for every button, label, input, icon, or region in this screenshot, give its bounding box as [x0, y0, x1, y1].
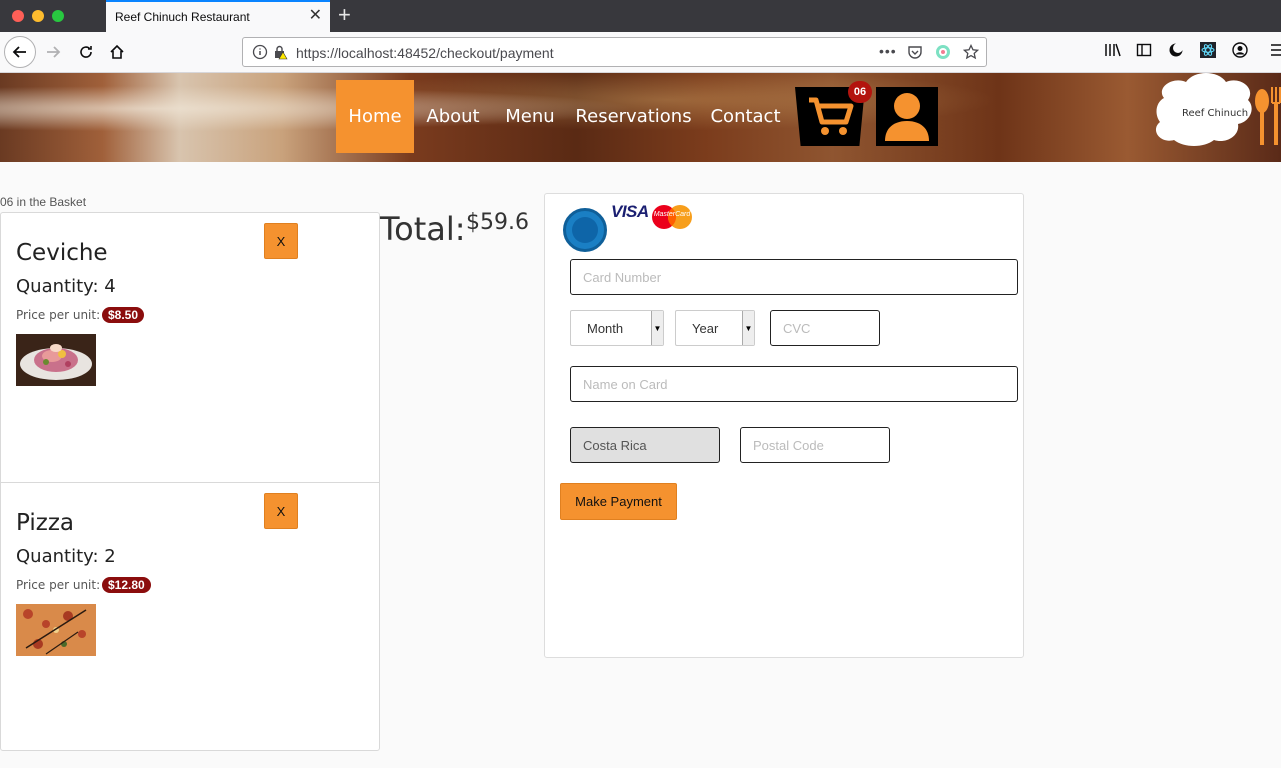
insecure-lock-icon[interactable] — [272, 44, 288, 60]
nav-contact[interactable]: Contact — [708, 80, 783, 153]
card-payment-radio[interactable] — [563, 208, 607, 252]
postal-code-input[interactable]: Postal Code — [740, 427, 890, 463]
forward-arrow-icon — [47, 46, 61, 58]
visa-logo: VISA — [611, 202, 649, 221]
basket-item: X Ceviche Quantity: 4 Price per unit: $8… — [1, 213, 379, 482]
window-maximize-button[interactable] — [52, 10, 64, 22]
basket-count-label: 06 in the Basket — [0, 195, 87, 209]
month-select[interactable]: Month ▼ — [570, 310, 664, 346]
item-name: Pizza — [16, 510, 74, 536]
url-bar[interactable]: https://localhost:48452/checkout/payment… — [242, 37, 987, 67]
item-quantity: Quantity: 4 — [16, 276, 116, 297]
pocket-icon[interactable] — [907, 44, 923, 60]
forward-button[interactable] — [37, 36, 69, 68]
make-payment-button[interactable]: Make Payment — [560, 483, 677, 520]
dark-mode-icon[interactable] — [1168, 42, 1184, 58]
remove-item-button[interactable]: X — [264, 223, 298, 259]
item-quantity: Quantity: 2 — [16, 546, 116, 567]
country-field[interactable]: Costa Rica — [570, 427, 720, 463]
item-name: Ceviche — [16, 240, 108, 266]
nav-home[interactable]: Home — [336, 80, 414, 153]
home-icon — [110, 44, 124, 59]
item-price-label: Price per unit: — [16, 578, 101, 592]
item-price-label: Price per unit: — [16, 308, 101, 322]
pizza-image — [16, 604, 96, 656]
library-icon[interactable] — [1104, 42, 1122, 58]
mastercard-label: MasterCard — [653, 211, 691, 218]
nav-menu[interactable]: Menu — [501, 80, 559, 153]
basket-panel: X Ceviche Quantity: 4 Price per unit: $8… — [0, 212, 380, 751]
new-tab-icon[interactable]: + — [338, 3, 351, 27]
window-minimize-button[interactable] — [32, 10, 44, 22]
browser-tab[interactable]: Reef Chinuch Restaurant ✕ — [106, 0, 330, 32]
extension-icon[interactable] — [935, 44, 951, 60]
back-button[interactable] — [4, 36, 36, 68]
payment-form: VISA MasterCard Card Number Month ▼ Year… — [544, 193, 1024, 658]
chevron-down-icon: ▼ — [651, 311, 663, 345]
total-value: $59.6 — [466, 210, 529, 235]
reload-icon — [80, 46, 92, 58]
browser-titlebar: Reef Chinuch Restaurant ✕ + — [0, 0, 1281, 32]
react-devtools-icon[interactable] — [1200, 42, 1216, 58]
logo-text: Reef Chinuch — [1182, 108, 1249, 119]
total-label: Total: — [380, 210, 466, 248]
sidebar-icon[interactable] — [1136, 42, 1152, 58]
user-icon — [885, 93, 929, 141]
tab-title: Reef Chinuch Restaurant — [115, 10, 250, 24]
window-close-button[interactable] — [12, 10, 24, 22]
url-text: https://localhost:48452/checkout/payment — [296, 45, 554, 61]
cart-icon — [809, 97, 854, 135]
ceviche-image — [16, 334, 96, 386]
year-select[interactable]: Year ▼ — [675, 310, 755, 346]
tab-close-icon[interactable]: ✕ — [309, 7, 322, 25]
item-price-badge: $8.50 — [102, 307, 145, 323]
bookmark-star-icon[interactable] — [963, 44, 979, 60]
cart-count-badge: 06 — [848, 81, 872, 103]
site-header: Home About Menu Reservations Contact 06 … — [0, 73, 1281, 162]
browser-navbar: https://localhost:48452/checkout/payment… — [0, 32, 1281, 73]
radio-selected-dot — [572, 217, 598, 243]
basket-item: X Pizza Quantity: 2 Price per unit: $12.… — [1, 482, 379, 751]
back-arrow-icon — [12, 46, 26, 58]
nav-about[interactable]: About — [422, 80, 484, 153]
card-number-input[interactable]: Card Number — [570, 259, 1018, 295]
month-select-value: Month — [587, 320, 624, 336]
info-icon[interactable] — [252, 44, 268, 60]
menu-icon[interactable] — [1270, 42, 1281, 58]
item-price-badge: $12.80 — [102, 577, 151, 593]
home-button[interactable] — [101, 36, 133, 68]
reload-button[interactable] — [70, 36, 102, 68]
chevron-down-icon: ▼ — [742, 311, 754, 345]
remove-item-button[interactable]: X — [264, 493, 298, 529]
page-actions-icon[interactable]: ••• — [879, 43, 897, 59]
cvc-input[interactable]: CVC — [770, 310, 880, 346]
account-icon[interactable] — [1232, 42, 1248, 58]
year-select-value: Year — [692, 320, 719, 336]
name-on-card-input[interactable]: Name on Card — [570, 366, 1018, 402]
nav-reservations[interactable]: Reservations — [575, 80, 691, 153]
